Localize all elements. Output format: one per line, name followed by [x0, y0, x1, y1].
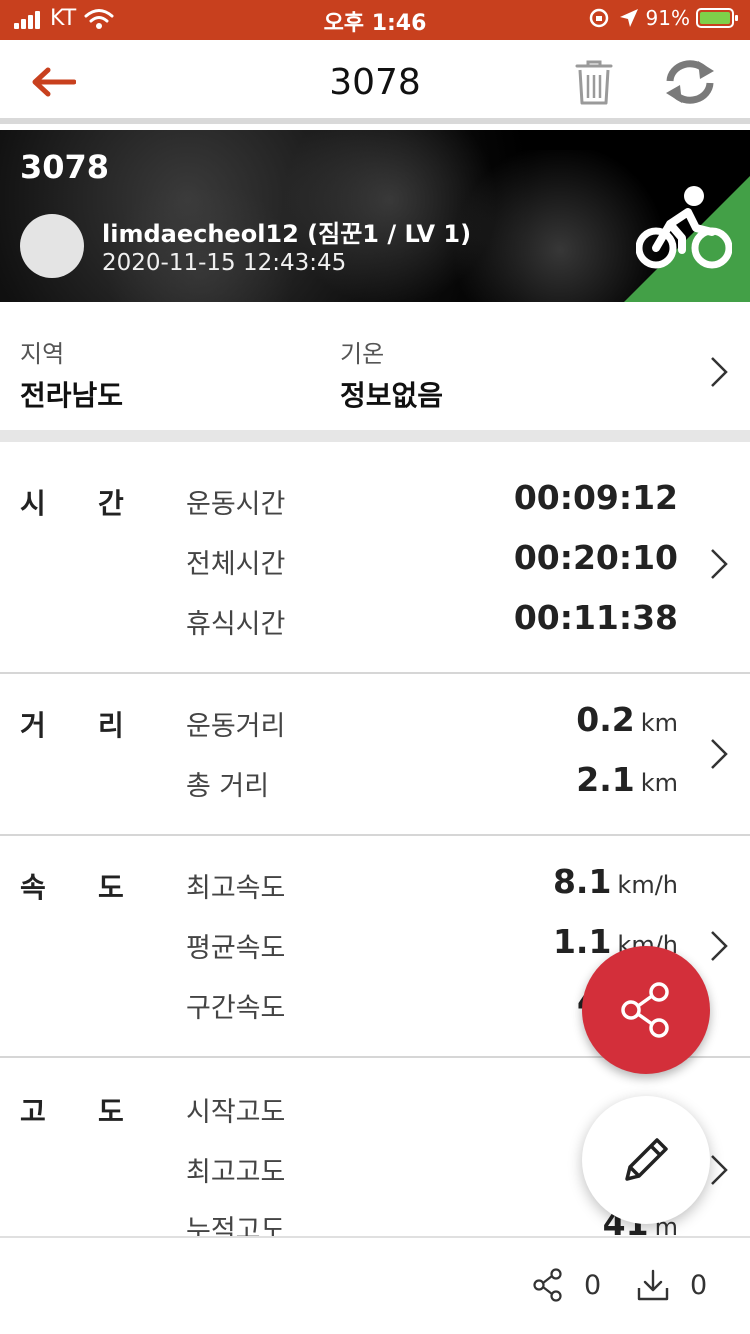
- page-title: 3078: [329, 62, 421, 103]
- location-arrow-icon: [619, 9, 638, 27]
- share-count-button[interactable]: 0: [532, 1268, 601, 1302]
- section-label-time: 시간: [20, 487, 124, 520]
- bicycle-icon: [636, 186, 732, 269]
- share-fab-button[interactable]: [582, 946, 710, 1074]
- time-section[interactable]: 시간 운동시간 00:09:12 전체시간 00:20:10 휴식시간 00:1…: [0, 454, 750, 674]
- activity-title: 3078: [20, 148, 110, 186]
- row-value: 2.1 km: [576, 760, 678, 799]
- row-label: 최고고도: [186, 1157, 286, 1188]
- row-label: 평균속도: [186, 933, 286, 964]
- row-label: 운동거리: [186, 711, 286, 742]
- region-value: 전라남도: [20, 379, 124, 412]
- row-value: 00:09:12: [513, 478, 678, 517]
- avatar[interactable]: [20, 214, 84, 278]
- chevron-right-icon: [711, 357, 728, 387]
- row-label: 구간속도: [186, 993, 286, 1024]
- section-label-altitude: 고도: [20, 1095, 124, 1128]
- distance-section[interactable]: 거리 운동거리 0.2 km 총 거리 2.1 km: [0, 674, 750, 836]
- refresh-icon: [666, 60, 714, 104]
- battery-icon: [696, 8, 738, 28]
- row-value: 8.1 km/h: [552, 862, 678, 901]
- row-label: 전체시간: [186, 549, 286, 580]
- orientation-lock-icon: [589, 8, 608, 28]
- share-icon: [533, 1268, 562, 1302]
- row-value: 0.2 km: [576, 700, 678, 739]
- region-label: 지역: [20, 340, 65, 368]
- delete-button[interactable]: [570, 56, 618, 108]
- temperature-value: 정보없음: [340, 379, 444, 412]
- row-label: 최고속도: [186, 873, 286, 904]
- section-label-speed: 속도: [20, 871, 124, 904]
- temperature-label: 기온: [340, 340, 385, 368]
- status-bar: KT 오후 1:46 91%: [0, 0, 750, 40]
- row-label: 총 거리: [186, 771, 270, 802]
- row-label: 시작고도: [186, 1097, 286, 1128]
- region-info-row[interactable]: 지역 전라남도 기온 정보없음: [0, 302, 750, 442]
- section-label-distance: 거리: [20, 709, 124, 742]
- user-name: limdaecheol12 (짐꾼1 / LV 1): [102, 220, 472, 248]
- activity-hero: 3078 limdaecheol12 (짐꾼1 / LV 1) 2020-11-…: [0, 130, 750, 302]
- download-icon: [637, 1269, 669, 1301]
- chevron-right-icon: [711, 1155, 728, 1185]
- chevron-right-icon: [711, 549, 728, 579]
- battery-percent: 91%: [645, 6, 690, 30]
- app-header: 3078: [0, 40, 750, 124]
- share-icon: [621, 982, 669, 1038]
- download-count: 0: [690, 1269, 708, 1301]
- activity-datetime: 2020-11-15 12:43:45: [102, 250, 347, 276]
- row-value: 00:11:38: [513, 598, 678, 637]
- edit-fab-button[interactable]: [582, 1096, 710, 1224]
- row-label: 운동시간: [186, 489, 286, 520]
- share-count: 0: [584, 1269, 602, 1301]
- download-count-button[interactable]: 0: [636, 1268, 707, 1302]
- row-label: 휴식시간: [186, 609, 286, 640]
- chevron-right-icon: [711, 931, 728, 961]
- bottom-bar: 0 0: [0, 1236, 750, 1334]
- status-right: 91%: [588, 6, 738, 30]
- refresh-button[interactable]: [660, 56, 720, 108]
- row-value: 00:20:10: [513, 538, 678, 577]
- pencil-icon: [625, 1138, 668, 1181]
- trash-icon: [575, 60, 613, 105]
- chevron-right-icon: [711, 739, 728, 769]
